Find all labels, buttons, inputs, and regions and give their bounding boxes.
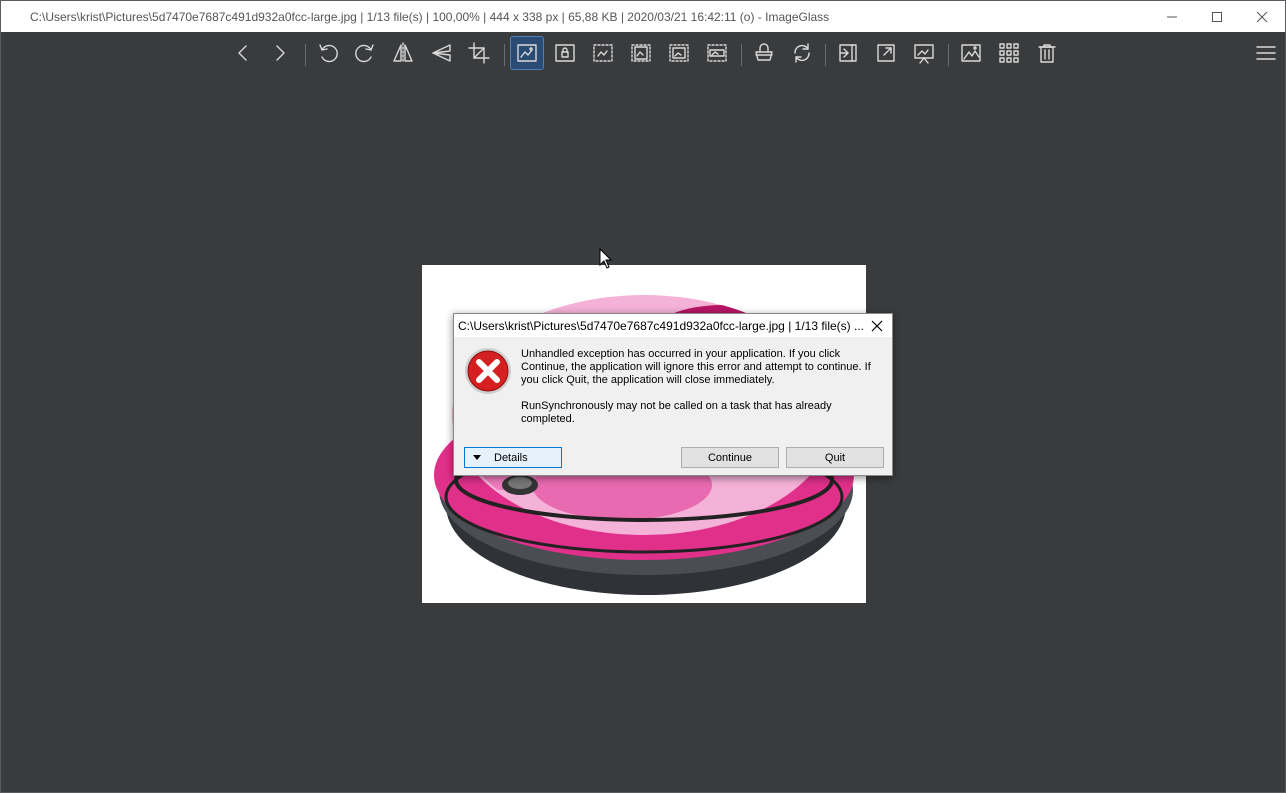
next-image-button[interactable] [264,37,296,69]
crop-button[interactable] [463,37,495,69]
dialog-title: C:\Users\krist\Pictures\5d7470e7687c491d… [458,319,864,333]
refresh-button[interactable] [786,37,818,69]
scale-fit-icon [669,44,689,62]
lock-zoom-icon [555,44,575,62]
hamburger-menu-icon [1256,46,1276,60]
details-button-label: Details [494,451,528,464]
continue-button-label: Continue [707,451,753,464]
open-with-button[interactable] [748,37,780,69]
window-title: C:\Users\krist\Pictures\5d7470e7687c491d… [30,10,830,24]
delete-button[interactable] [1031,37,1063,69]
grid-icon [999,43,1019,63]
rotate-left-icon [319,44,338,63]
scale-height-icon [631,44,651,62]
wallpaper-icon [961,44,981,62]
crop-icon [468,42,490,64]
toolbar-separator [504,44,505,66]
close-icon [1256,11,1268,22]
error-message: Unhandled exception has occurred in your… [521,348,871,386]
slideshow-button[interactable] [908,37,940,69]
auto-zoom-button[interactable] [510,36,544,70]
maximize-icon [1212,11,1222,22]
flip-horizontal-icon [393,42,413,64]
slideshow-icon [914,44,934,64]
rotate-right-button[interactable] [349,37,381,69]
error-detail: RunSynchronously may not be called on a … [521,400,832,425]
scale-to-fit-button[interactable] [663,37,695,69]
minimize-icon [1167,16,1177,17]
scale-width-icon [593,44,613,62]
toolbar-separator [825,44,826,66]
toolbar-separator [305,44,306,66]
scale-fill-icon [707,44,727,62]
set-wallpaper-button[interactable] [955,37,987,69]
toolbar-separator [948,44,949,66]
previous-image-button[interactable] [227,37,259,69]
toolbar [1,32,1285,74]
chevron-down-icon [473,455,481,460]
minimize-button[interactable] [1149,1,1195,32]
details-button[interactable]: Details [464,447,562,468]
mouse-cursor-icon [599,248,613,269]
open-with-icon [755,43,773,61]
dialog-close-button[interactable] [862,314,892,337]
fullscreen-button[interactable] [870,37,902,69]
continue-button[interactable]: Continue [681,447,779,468]
trash-icon [1038,44,1056,63]
flip-vertical-icon [432,44,451,62]
chevron-left-icon [238,45,247,61]
rotate-right-icon [355,44,374,63]
close-window-button[interactable] [1239,1,1285,32]
main-menu-button[interactable] [1250,37,1282,69]
refresh-icon [794,43,810,63]
quit-button-label: Quit [824,451,846,464]
title-bar: C:\Users\krist\Pictures\5d7470e7687c491d… [1,1,1285,32]
rotate-left-button[interactable] [312,37,344,69]
goto-icon [839,44,857,62]
dialog-title-bar: C:\Users\krist\Pictures\5d7470e7687c491d… [454,314,892,337]
close-icon [871,320,883,331]
flip-horizontal-button[interactable] [387,37,419,69]
goto-button[interactable] [832,37,864,69]
error-dialog: C:\Users\krist\Pictures\5d7470e7687c491d… [453,313,893,476]
maximize-button[interactable] [1194,1,1240,32]
toolbar-separator [741,44,742,66]
scale-to-width-button[interactable] [587,37,619,69]
lock-zoom-button[interactable] [549,37,581,69]
quit-button[interactable]: Quit [786,447,884,468]
flip-vertical-button[interactable] [425,37,457,69]
auto-zoom-icon [517,44,537,62]
scale-to-height-button[interactable] [625,37,657,69]
imageglass-window: C:\Users\krist\Pictures\5d7470e7687c491d… [0,0,1286,793]
scale-to-fill-button[interactable] [701,37,733,69]
thumbnails-button[interactable] [993,37,1025,69]
error-icon [464,347,512,395]
chevron-right-icon [276,45,285,61]
fullscreen-icon [877,44,895,62]
